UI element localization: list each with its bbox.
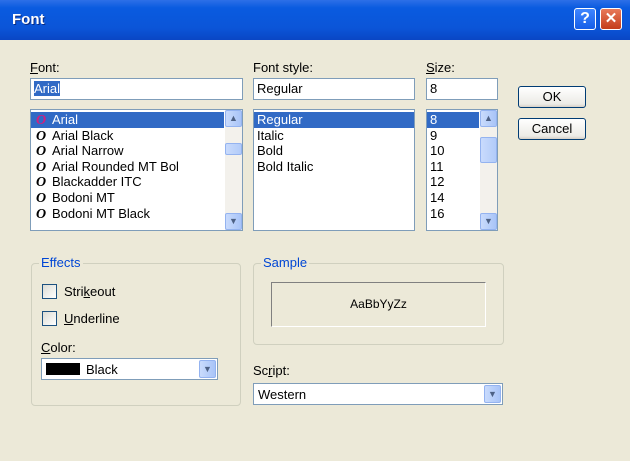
size-list-scrollbar[interactable]: ▲ ▼ bbox=[480, 110, 497, 230]
sample-group-title: Sample bbox=[261, 255, 310, 270]
font-list-scrollbar[interactable]: ▲ ▼ bbox=[225, 110, 242, 230]
font-style-input[interactable]: Regular bbox=[253, 78, 415, 100]
size-list[interactable]: 8 9 10 11 12 14 16 ▲ ▼ bbox=[426, 109, 498, 231]
color-label: Color: bbox=[41, 340, 76, 355]
list-item[interactable]: O Blackadder ITC bbox=[31, 174, 224, 190]
script-select[interactable]: Western ▼ bbox=[253, 383, 503, 405]
script-value: Western bbox=[258, 387, 307, 402]
font-style-label: Font style: bbox=[253, 60, 313, 75]
list-item-label: Bodoni MT bbox=[52, 189, 115, 205]
list-item[interactable]: 12 bbox=[427, 174, 479, 190]
list-item-label: Italic bbox=[257, 127, 284, 143]
opentype-font-icon: O bbox=[35, 206, 47, 222]
scroll-thumb[interactable] bbox=[480, 137, 497, 163]
sample-text: AaBbYyZz bbox=[350, 297, 407, 311]
underline-label: Underline bbox=[64, 311, 120, 326]
color-swatch bbox=[46, 363, 80, 375]
list-item-label: Regular bbox=[257, 112, 303, 127]
window-title: Font bbox=[12, 11, 45, 28]
list-item-label: Arial Narrow bbox=[52, 143, 124, 159]
font-style-input-value: Regular bbox=[257, 81, 303, 96]
script-label: Script: bbox=[253, 363, 290, 378]
scroll-down-arrow[interactable]: ▼ bbox=[225, 213, 242, 230]
opentype-font-icon: O bbox=[35, 175, 47, 191]
list-item[interactable]: O Bodoni MT bbox=[31, 190, 224, 206]
size-input[interactable]: 8 bbox=[426, 78, 498, 100]
font-label: Font: bbox=[30, 60, 60, 75]
strikeout-checkbox[interactable] bbox=[42, 284, 57, 299]
list-item-label: 16 bbox=[430, 205, 445, 221]
underline-checkbox[interactable] bbox=[42, 311, 57, 326]
sample-preview: AaBbYyZz bbox=[271, 282, 486, 327]
scroll-down-arrow[interactable]: ▼ bbox=[480, 213, 497, 230]
list-item-label: 14 bbox=[430, 189, 445, 205]
list-item-label: Blackadder ITC bbox=[52, 174, 142, 190]
list-item-label: 9 bbox=[430, 127, 438, 143]
opentype-font-icon: O bbox=[35, 128, 47, 144]
cancel-button[interactable]: Cancel bbox=[518, 118, 586, 140]
opentype-font-icon: O bbox=[35, 190, 47, 206]
list-item-label: Bodoni MT Black bbox=[52, 205, 151, 221]
list-item[interactable]: 16 bbox=[427, 206, 479, 222]
scroll-thumb[interactable] bbox=[225, 143, 242, 155]
opentype-font-icon: O bbox=[35, 144, 47, 160]
font-input[interactable]: Arial bbox=[30, 78, 243, 100]
close-icon: ✕ bbox=[604, 10, 618, 27]
chevron-down-icon[interactable]: ▼ bbox=[199, 360, 216, 378]
title-bar[interactable]: Font ? ✕ bbox=[0, 0, 630, 40]
font-input-value: Arial bbox=[34, 81, 61, 96]
list-item[interactable]: Italic bbox=[254, 128, 414, 144]
opentype-font-icon: O bbox=[35, 159, 47, 175]
list-item-label: 11 bbox=[430, 158, 444, 174]
list-item-label: 8 bbox=[430, 112, 438, 127]
list-item[interactable]: O Arial Narrow bbox=[31, 143, 224, 159]
list-item[interactable]: O Arial Black bbox=[31, 128, 224, 144]
size-input-value: 8 bbox=[430, 81, 438, 96]
list-item[interactable]: 9 bbox=[427, 128, 479, 144]
list-item-label: Arial Black bbox=[52, 127, 114, 143]
scroll-up-arrow[interactable]: ▲ bbox=[225, 110, 242, 127]
help-button[interactable]: ? bbox=[574, 8, 596, 30]
effects-group-title: Effects bbox=[39, 255, 83, 270]
help-icon: ? bbox=[580, 10, 590, 27]
close-button[interactable]: ✕ bbox=[600, 8, 622, 30]
list-item-label: Bold bbox=[257, 143, 284, 159]
list-item[interactable]: 11 bbox=[427, 159, 479, 175]
font-list[interactable]: O Arial O Arial Black O Arial Narrow O Arial Ro… bbox=[30, 109, 243, 231]
font-style-list[interactable]: Regular Italic Bold Bold Italic bbox=[253, 109, 415, 231]
list-item-label: 12 bbox=[430, 174, 445, 190]
list-item[interactable]: Regular bbox=[254, 112, 414, 128]
list-item[interactable]: 10 bbox=[427, 143, 479, 159]
list-item-label: Arial bbox=[52, 112, 79, 127]
effects-group bbox=[31, 263, 241, 406]
list-item-label: 10 bbox=[430, 143, 445, 159]
list-item[interactable]: 14 bbox=[427, 190, 479, 206]
chevron-down-icon[interactable]: ▼ bbox=[484, 385, 501, 403]
strikeout-label: Strikeout bbox=[64, 284, 116, 299]
size-label: Size: bbox=[426, 60, 455, 75]
list-item-label: Arial Rounded MT Bol bbox=[52, 158, 179, 174]
color-value: Black bbox=[86, 362, 118, 377]
opentype-font-icon: O bbox=[35, 113, 47, 128]
list-item[interactable]: Bold bbox=[254, 143, 414, 159]
ok-button[interactable]: OK bbox=[518, 86, 586, 108]
list-item[interactable]: O Bodoni MT Black bbox=[31, 206, 224, 222]
list-item[interactable]: Bold Italic bbox=[254, 159, 414, 175]
list-item[interactable]: O Arial bbox=[31, 112, 224, 128]
list-item[interactable]: 8 bbox=[427, 112, 479, 128]
list-item[interactable]: O Arial Rounded MT Bol bbox=[31, 159, 224, 175]
color-select[interactable]: Black ▼ bbox=[41, 358, 218, 380]
list-item-label: Bold Italic bbox=[257, 158, 314, 174]
scroll-up-arrow[interactable]: ▲ bbox=[480, 110, 497, 127]
